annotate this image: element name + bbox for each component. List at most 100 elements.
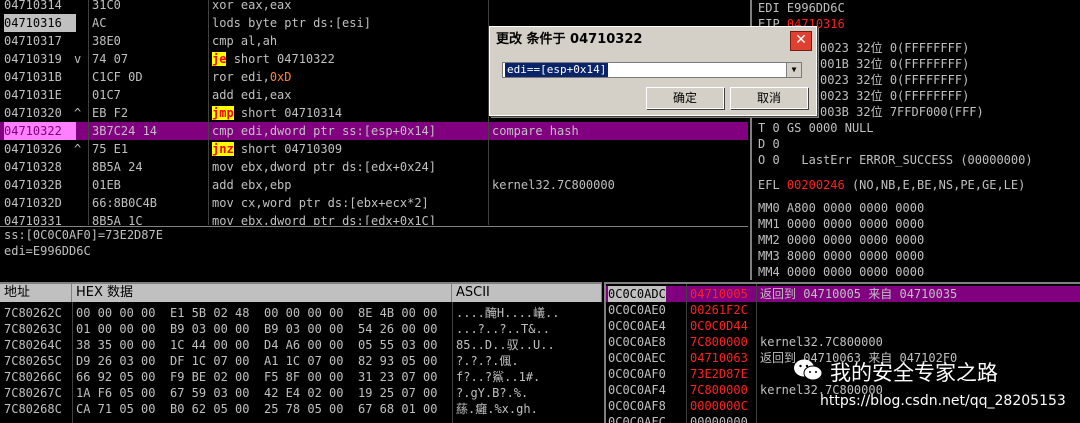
disasm-operands: short 04710314	[240, 106, 343, 120]
seg-value: 003B	[820, 105, 849, 119]
ok-button[interactable]: 确定	[646, 87, 724, 109]
disasm-mnemonic: xor	[212, 0, 234, 12]
stack-value: 7C800000	[690, 383, 748, 397]
stack-value: 73E2D87E	[690, 367, 748, 381]
disasm-hex: EB F2	[92, 106, 129, 120]
condition-dialog[interactable]: 更改 条件于 04710322 ✕ edi==[esp+0x14] ▼ 确定 取…	[489, 26, 817, 116]
disasm-instruction: mov ebx,dword ptr ds:[edx+0x1C]	[212, 212, 436, 225]
watermark: 我的安全专家之路 https://blog.csdn.net/qq_282051…	[792, 355, 1080, 421]
disasm-jump-mark: ^	[74, 106, 82, 120]
dump-address: 7C80264C	[4, 338, 62, 352]
stack-row[interactable]: 0C0C0AE0 00261F2C	[606, 302, 1080, 318]
disasm-row[interactable]: 04710326 ^ 75 E1 jnz short 04710309	[0, 140, 748, 158]
dump-hex-group: 67 59 03 00	[170, 386, 250, 400]
disasm-mnemonic: add	[212, 178, 234, 192]
dump-hex-group: 66 92 05 00	[76, 370, 156, 384]
disasm-row[interactable]: 04710328 8B5A 24 mov ebx,dword ptr ds:[edx…	[0, 158, 748, 176]
wechat-icon	[794, 359, 823, 381]
dump-hex-group: B0 62 05 00	[170, 402, 250, 416]
gs-seg-row[interactable]: T 0 GS 0000 NULL	[758, 120, 874, 136]
seg-info: 0(FFFFFFFF)	[889, 57, 970, 71]
dump-address: 7C80267C	[4, 386, 62, 400]
disasm-row[interactable]: 0471032D 66:8B0C4B mov cx,word ptr ds:[ebx…	[0, 194, 748, 212]
chevron-down-icon[interactable]: ▼	[786, 63, 801, 77]
lasterr-row[interactable]: O 0 LastErr ERROR_SUCCESS (00000000)	[758, 152, 1033, 168]
disasm-row[interactable]: 0471032B 01EB add ebx,ebp kernel32.7C800000	[0, 176, 748, 194]
dump-ascii: 85..D..驭..U..	[456, 338, 555, 352]
mmx-register[interactable]: MM3 8000 0000 0000 0000	[758, 248, 924, 264]
dump-header-hex[interactable]: HEX 数据	[72, 284, 452, 302]
mmx-register[interactable]: MM0 A800 0000 0000 0000	[758, 200, 924, 216]
seg-bits: 32位	[856, 105, 883, 119]
dump-hex-group: 38 35 00 00	[76, 338, 156, 352]
disasm-hex: 38E0	[92, 34, 121, 48]
disasm-row[interactable]: 04710331 8B5A 1C mov ebx,dword ptr ds:[edx…	[0, 212, 748, 225]
disasm-operands: eax,eax	[240, 0, 292, 12]
stack-address: 0C0C0AEC	[608, 351, 666, 365]
column-divider	[686, 284, 687, 423]
disasm-hex: 8B5A 1C	[92, 214, 143, 225]
disasm-operands: ebx,dword ptr ds:[edx+0x1C]	[240, 214, 436, 225]
edi-register[interactable]: EDI E996DD6C	[758, 0, 845, 16]
disasm-address: 0471032D	[4, 196, 62, 210]
disasm-address: 04710322	[4, 122, 76, 140]
cancel-button[interactable]: 取消	[730, 87, 808, 109]
stack-row[interactable]: 0C0C0AE8 7C800000 kernel32.7C800000	[606, 334, 1080, 350]
disasm-hex: 66:8B0C4B	[92, 196, 158, 210]
stack-row[interactable]: 0C0C0AE4 0C0C0D44	[606, 318, 1080, 334]
dump-hex-group: 8E 4B 00 00	[358, 306, 438, 320]
seg-info: 7FFDF000(FFF)	[889, 105, 984, 119]
ss-seg-row[interactable]: 0023 32位 0(FFFFFFFF)	[820, 72, 969, 88]
fs-seg-row[interactable]: 003B 32位 7FFDF000(FFF)	[820, 104, 984, 120]
disasm-address: 04710331	[4, 214, 62, 225]
ds-seg-row[interactable]: 0023 32位 0(FFFFFFFF)	[820, 88, 969, 104]
dump-hex-group: E1 5B 02 48	[170, 306, 250, 320]
dump-hex-group: 19 25 07 00	[358, 386, 438, 400]
stack-value: 04710005	[690, 287, 748, 301]
efl-row[interactable]: EFL 00200246 (NO,NB,E,BE,NS,PE,GE,LE)	[758, 177, 1025, 193]
flag-d[interactable]: D 0	[758, 136, 780, 152]
cs-seg-row[interactable]: 001B 32位 0(FFFFFFFF)	[820, 56, 969, 72]
mmx-register[interactable]: MM4 0000 0000 0000 0000	[758, 264, 924, 280]
disasm-operands: short 04710322	[233, 52, 335, 66]
disasm-hex: 31C0	[92, 0, 121, 12]
dump-hex-group: D9 26 03 00	[76, 354, 156, 368]
dump-header-address[interactable]: 地址	[0, 284, 72, 302]
disasm-mnemonic: cmp	[212, 34, 234, 48]
disasm-instruction: mov cx,word ptr ds:[ebx+ecx*2]	[212, 194, 429, 212]
stack-value: 00261F2C	[690, 303, 748, 317]
seg-info: 0(FFFFFFFF)	[889, 73, 970, 87]
condition-input[interactable]: edi==[esp+0x14] ▼	[502, 62, 802, 78]
seg-value: 0023	[820, 41, 849, 55]
close-icon[interactable]: ✕	[790, 31, 812, 51]
info-line-2: edi=E996DD6C	[4, 244, 91, 258]
mmx-register[interactable]: MM1 0000 0000 0000 0000	[758, 216, 924, 232]
stack-row[interactable]: 0C0C0ADC 04710005 返回到 04710005 来自 04710035	[606, 286, 1080, 302]
seg-bits: 32位	[856, 89, 883, 103]
hex-dump-pane[interactable]: 地址 HEX 数据 ASCII 7C80262C 00 00 00 00 E1 5B…	[0, 282, 602, 423]
disasm-instruction: cmp edi,dword ptr ss:[esp+0x14]	[212, 122, 436, 140]
disasm-row[interactable]: 04710314 31C0 xor eax,eax	[0, 0, 748, 14]
disasm-address: 04710320	[4, 106, 62, 120]
dump-hex-group: 82 93 05 00	[358, 354, 438, 368]
seg-bits: 32位	[856, 41, 883, 55]
disasm-mnemonic: ror	[212, 70, 234, 84]
dump-hex-group: 00 00 00 00	[76, 306, 156, 320]
disasm-row[interactable]: 04710322 3B7C24 14 cmp edi,dword ptr ss:[e…	[0, 122, 748, 140]
dump-header-ascii[interactable]: ASCII	[452, 284, 602, 302]
disasm-address: 0471031E	[4, 88, 62, 102]
dump-hex-group: CA 71 05 00	[76, 402, 156, 416]
seg-value: GS 0000	[786, 121, 838, 135]
disasm-address: 04710316	[4, 14, 76, 32]
seg-info: NULL	[844, 121, 874, 135]
mmx-register[interactable]: MM2 0000 0000 0000 0000	[758, 232, 924, 248]
disasm-address: 04710314	[4, 0, 62, 12]
seg-value: 001B	[820, 57, 849, 71]
stack-address: 0C0C0AF4	[608, 383, 666, 397]
es-seg-row[interactable]: 0023 32位 0(FFFFFFFF)	[820, 40, 969, 56]
stack-address: 0C0C0AFC	[608, 415, 666, 423]
disasm-instruction: add ebx,ebp	[212, 176, 292, 194]
disasm-hex: C1CF 0D	[92, 70, 143, 84]
disasm-instruction: xor eax,eax	[212, 0, 292, 14]
stack-value: 7C800000	[690, 335, 748, 349]
